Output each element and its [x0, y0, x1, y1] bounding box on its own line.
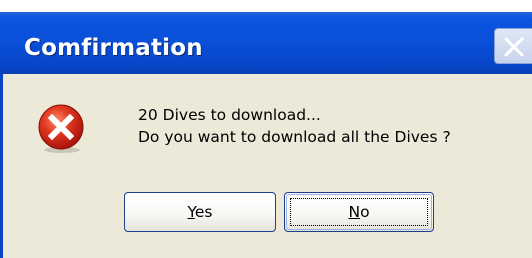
yes-label-rest: es [194, 203, 213, 221]
message-text: 20 Dives to download... Do you want to d… [138, 104, 451, 148]
close-icon [504, 37, 524, 57]
yes-mnemonic: Y [187, 203, 195, 221]
message-line-1: 20 Dives to download... [138, 106, 321, 124]
message-line-2: Do you want to download all the Dives ? [138, 128, 451, 146]
error-icon [38, 104, 84, 153]
focus-rectangle [290, 198, 428, 226]
confirmation-dialog: Comfirmation 20 Dives to download... Do … [0, 0, 532, 258]
dialog-title: Comfirmation [24, 35, 203, 61]
no-mnemonic: N [348, 203, 361, 221]
no-button[interactable]: No [284, 192, 434, 232]
title-bar[interactable]: Comfirmation [0, 12, 532, 74]
window-border [0, 74, 3, 258]
close-button[interactable] [494, 28, 532, 64]
yes-button[interactable]: Yes [124, 192, 276, 232]
no-label-rest: o [360, 203, 370, 221]
